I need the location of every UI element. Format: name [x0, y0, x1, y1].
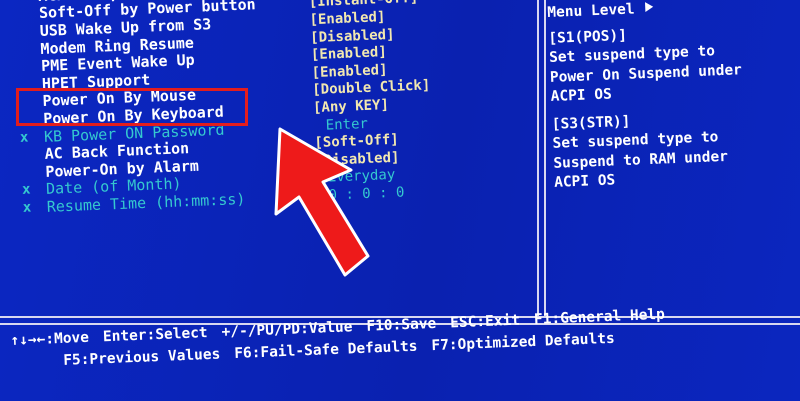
red-arrow-icon — [274, 127, 370, 277]
bios-screen: ACPI Suspend Type[S1(POS)]Soft-Off by Po… — [0, 0, 800, 401]
